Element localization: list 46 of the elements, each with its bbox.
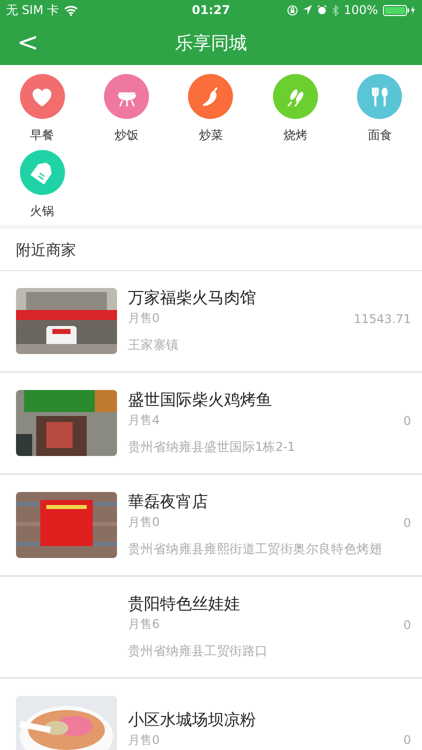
lock-icon bbox=[286, 4, 298, 16]
page-title: 乐享同城 bbox=[175, 32, 247, 54]
section-heading: 附近商家 bbox=[0, 229, 422, 271]
shop-row[interactable]: 万家福柴火马肉馆 月售0 11543.71 王家寨镇 bbox=[0, 271, 422, 373]
category-label: 烧烤 bbox=[283, 127, 308, 144]
amount: 0 bbox=[403, 414, 411, 428]
shop-name: 盛世国际柴火鸡烤鱼 bbox=[128, 390, 273, 410]
amount: 11543.71 bbox=[354, 312, 411, 326]
pepper-icon[interactable] bbox=[188, 74, 234, 119]
bluetooth-icon bbox=[332, 4, 339, 16]
amount: 0 bbox=[403, 733, 411, 747]
skewer-icon[interactable] bbox=[272, 74, 318, 119]
monthly-sales: 月售0 bbox=[128, 514, 160, 531]
category-label: 炒饭 bbox=[114, 127, 139, 144]
monthly-sales: 月售0 bbox=[128, 732, 160, 748]
utensils-icon[interactable] bbox=[357, 74, 402, 119]
category-label: 火锅 bbox=[30, 203, 54, 220]
battery-icon bbox=[383, 4, 416, 16]
alarm-icon bbox=[316, 5, 327, 15]
shop-name: 華磊夜宵店 bbox=[128, 492, 209, 512]
shop-address: 王家寨镇 bbox=[128, 337, 180, 354]
shop-name: 万家福柴火马肉馆 bbox=[128, 288, 257, 308]
shop-address: 贵州省纳雍县雍熙街道工贸街奥尔良特色烤翅 bbox=[128, 541, 384, 558]
shop-row[interactable]: 盛世国际柴火鸡烤鱼 月售4 0 贵州省纳雍县盛世国际1栋2-1 bbox=[0, 373, 422, 475]
battery-percent: 100% bbox=[344, 3, 378, 17]
shop-row[interactable]: 贵阳特色丝娃娃 月售6 0 贵州省纳雍县工贸街路口 bbox=[0, 577, 422, 679]
shop-address: 贵州省纳雍县盛世国际1栋2-1 bbox=[128, 439, 296, 456]
category-label: 炒菜 bbox=[198, 127, 223, 144]
amount: 0 bbox=[403, 618, 411, 632]
grill-icon[interactable] bbox=[104, 74, 150, 119]
shop-address: 贵州省纳雍县工贸街路口 bbox=[128, 643, 269, 660]
tag-icon[interactable] bbox=[20, 150, 65, 195]
amount: 0 bbox=[403, 516, 411, 530]
time: 01:27 bbox=[192, 3, 230, 17]
shop-row[interactable]: 華磊夜宵店 月售0 0 贵州省纳雍县雍熙街道工贸街奥尔良特色烤翅 bbox=[0, 475, 422, 577]
shop-row[interactable]: 小区水城场坝凉粉 月售0 0 bbox=[0, 679, 422, 750]
shop-name: 贵阳特色丝娃娃 bbox=[128, 594, 241, 614]
category-label: 早餐 bbox=[30, 127, 54, 144]
location-arrow-icon bbox=[302, 5, 312, 15]
category-label: 面食 bbox=[368, 127, 392, 144]
wifi-icon bbox=[64, 4, 78, 16]
shop-name: 小区水城场坝凉粉 bbox=[128, 710, 257, 730]
monthly-sales: 月售4 bbox=[128, 412, 160, 429]
monthly-sales: 月售0 bbox=[128, 310, 160, 327]
carrier-label: 无 SIM 卡 bbox=[6, 2, 60, 18]
monthly-sales: 月售6 bbox=[128, 616, 160, 633]
